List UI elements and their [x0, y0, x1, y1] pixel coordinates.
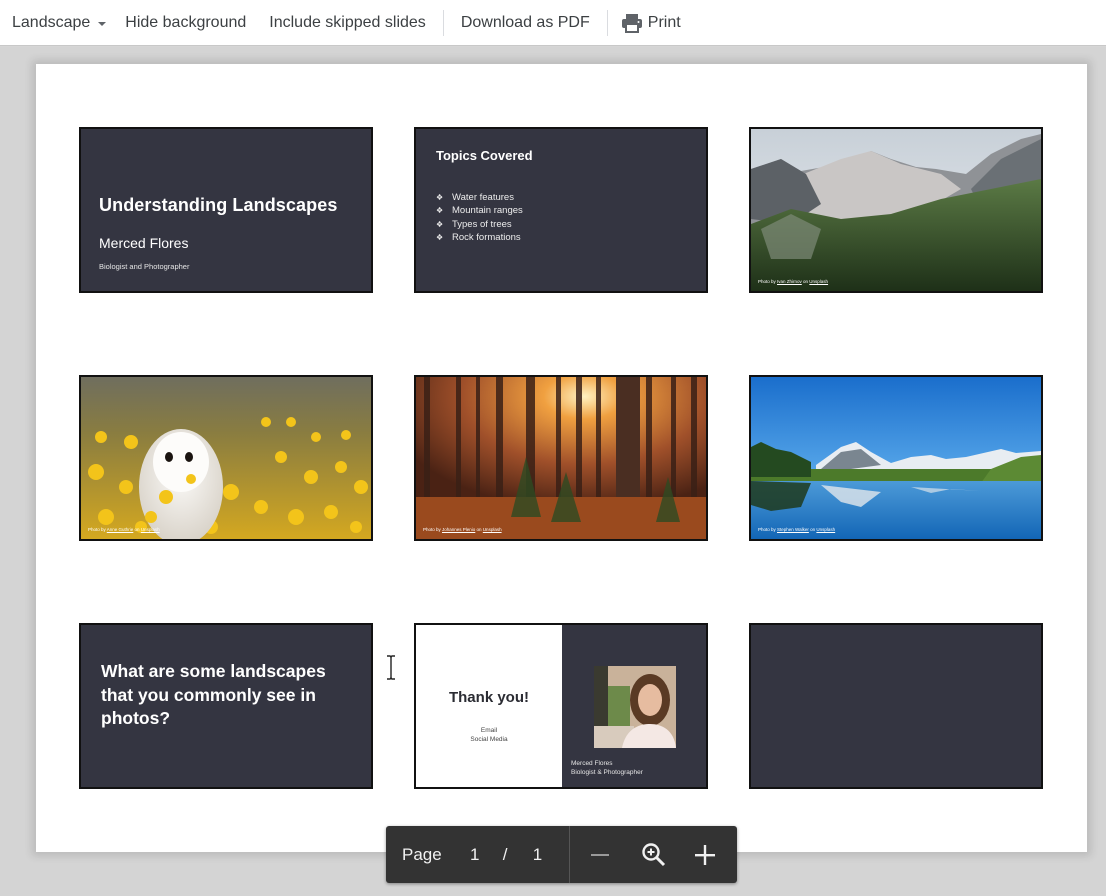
- page-label: Page: [402, 844, 442, 864]
- credit-site-link[interactable]: Unsplash: [816, 527, 835, 532]
- presenter-info: Merced Flores Biologist & Photographer: [571, 759, 643, 777]
- forest-photo: [416, 377, 706, 539]
- pager-divider: [569, 826, 571, 883]
- credit-prefix: Photo by: [758, 527, 778, 532]
- thanks-panel: Thank you! Email Social Media: [416, 625, 562, 787]
- plus-icon: [695, 844, 716, 865]
- question-text: What are some landscapes that you common…: [101, 661, 326, 728]
- orientation-dropdown[interactable]: Landscape: [12, 0, 107, 46]
- slide-thumbnail-4: Photo by Anne Guthrie on Unsplash: [79, 375, 373, 541]
- slide-thumbnail-7: What are some landscapes that you common…: [79, 623, 373, 789]
- zoom-out-button[interactable]: [588, 843, 612, 867]
- photo-credit: Photo by Johannes Plenio on Unsplash: [423, 527, 502, 532]
- list-item: ❖ Types of trees: [436, 218, 523, 231]
- slide-title: Understanding Landscapes: [99, 195, 338, 215]
- list-item-text: Water features: [452, 192, 514, 203]
- presenter-role: Biologist & Photographer: [571, 769, 643, 776]
- include-skipped-slides-button[interactable]: Include skipped slides: [269, 0, 426, 46]
- thanks-title: Thank you!: [448, 689, 529, 706]
- slide-title: Topics Covered: [436, 148, 533, 163]
- diamond-bullet-icon: ❖: [436, 193, 444, 202]
- hide-background-button[interactable]: Hide background: [125, 0, 246, 46]
- list-item: ❖ Rock formations: [436, 231, 523, 244]
- diamond-bullet-icon: ❖: [436, 232, 444, 242]
- mountain-photo: [751, 129, 1041, 291]
- toolbar-divider: [442, 9, 444, 36]
- slide-thumbnail-9: [749, 623, 1043, 789]
- presenter-portrait: [594, 666, 676, 748]
- minus-icon: [591, 853, 610, 856]
- list-item-text: Types of trees: [452, 218, 512, 230]
- slide-thumbnail-3: Photo by Ivan Zhirnov on Unsplash: [749, 127, 1043, 293]
- slide-thumbnail-8: Thank you! Email Social Media Merced Flo…: [414, 623, 708, 789]
- presenter-role: Biologist and Photographer: [99, 262, 190, 271]
- diamond-bullet-icon: ❖: [436, 206, 444, 216]
- print-button[interactable]: Print: [621, 0, 681, 46]
- contact-email: Email: [480, 727, 498, 734]
- print-label: Print: [647, 13, 681, 31]
- orientation-label: Landscape: [12, 13, 91, 31]
- credit-site-link[interactable]: Unsplash: [483, 527, 502, 532]
- page-separator: /: [502, 844, 508, 864]
- topics-list: ❖ Water features ❖ Mountain ranges ❖ Types …: [436, 191, 523, 244]
- contact-info: Email Social Media: [416, 726, 562, 744]
- photo-credit: Photo by Anne Guthrie on Unsplash: [88, 527, 160, 532]
- list-item-text: Rock formations: [452, 231, 521, 243]
- slide-thumbnail-6: Photo by Stephen Walker on Unsplash: [749, 375, 1043, 541]
- credit-prefix: Photo by: [88, 527, 107, 532]
- page-controls: Page 1 / 1: [386, 826, 737, 883]
- toolbar-divider: [606, 9, 608, 36]
- credit-prefix: Photo by: [423, 527, 443, 532]
- slide-thumbnail-5: Photo by Johannes Plenio on Unsplash: [414, 375, 708, 541]
- presenter-name: Merced Flores: [571, 760, 613, 767]
- credit-mid: on: [133, 527, 141, 532]
- fit-zoom-button[interactable]: [640, 841, 668, 869]
- caret-down-icon: [98, 21, 107, 26]
- slide-thumbnail-1: Understanding Landscapes Merced Flores B…: [79, 127, 373, 293]
- credit-author-link[interactable]: Ivan Zhirnov: [777, 279, 802, 284]
- lake-photo: [751, 377, 1041, 539]
- zoom-in-icon: [642, 842, 666, 866]
- diamond-bullet-icon: ❖: [436, 219, 444, 229]
- photo-credit: Photo by Ivan Zhirnov on Unsplash: [758, 279, 828, 284]
- photo-credit: Photo by Stephen Walker on Unsplash: [758, 527, 835, 532]
- credit-author-link[interactable]: Stephen Walker: [777, 527, 809, 532]
- print-toolbar: Landscape Hide background Include skippe…: [0, 0, 1106, 46]
- download-pdf-button[interactable]: Download as PDF: [461, 0, 590, 46]
- contact-social: Social Media: [470, 736, 508, 743]
- printer-icon: [621, 13, 642, 33]
- credit-site-link[interactable]: Unsplash: [809, 279, 828, 284]
- credit-author-link[interactable]: Anne Guthrie: [107, 527, 134, 532]
- credit-prefix: Photo by: [758, 279, 778, 284]
- credit-author-link[interactable]: Johannes Plenio: [442, 527, 475, 532]
- current-page[interactable]: 1: [469, 845, 481, 865]
- credit-mid: on: [475, 527, 483, 532]
- total-pages: 1: [532, 844, 543, 864]
- list-item: ❖ Mountain ranges: [436, 204, 523, 217]
- list-item-text: Mountain ranges: [452, 205, 523, 217]
- slide-thumbnail-2: Topics Covered ❖ Water features ❖ Mountain…: [414, 127, 708, 293]
- zoom-in-button[interactable]: [693, 843, 717, 867]
- presenter-name: Merced Flores: [99, 235, 189, 251]
- text-cursor-icon: [387, 655, 395, 680]
- owl-photo: [81, 377, 371, 539]
- list-item: ❖ Water features: [436, 191, 523, 204]
- credit-site-link[interactable]: Unsplash: [141, 527, 160, 532]
